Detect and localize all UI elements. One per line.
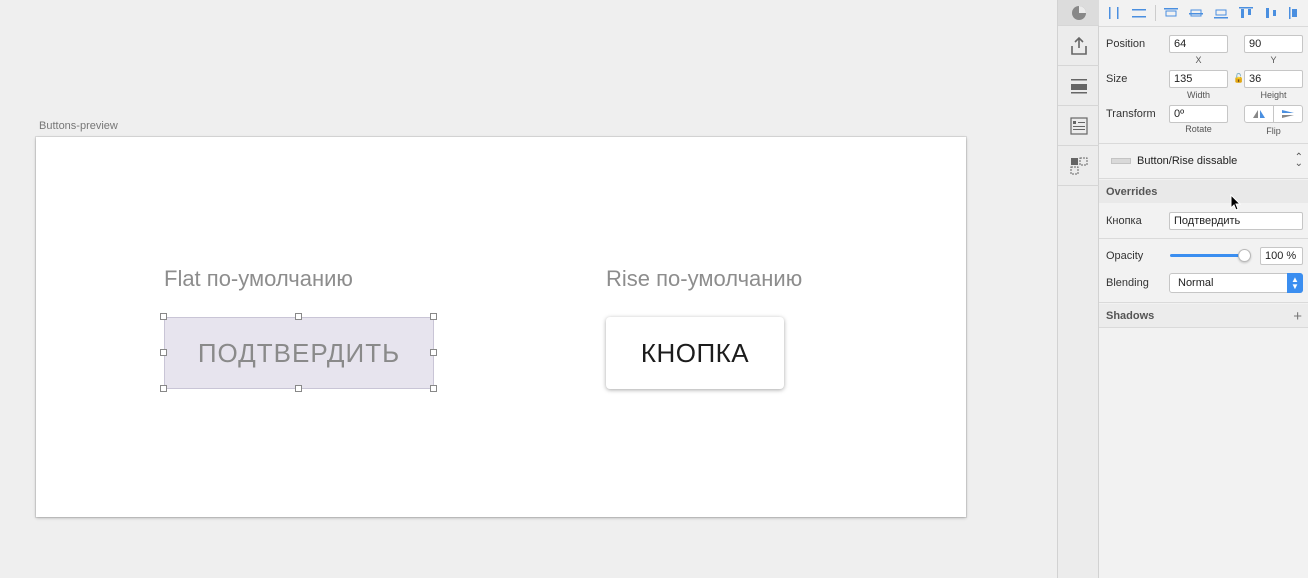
flat-default-label: Flat по-умолчанию xyxy=(164,266,353,291)
position-label: Position xyxy=(1106,38,1146,50)
align-middle-icon[interactable] xyxy=(1261,6,1281,20)
size-label: Size xyxy=(1106,73,1128,85)
components-icon[interactable] xyxy=(1058,146,1099,186)
flip-sublabel: Flip xyxy=(1266,126,1281,136)
symbol-thumbnail xyxy=(1111,157,1131,164)
position-x-field[interactable]: 64 xyxy=(1169,35,1228,53)
list-icon[interactable] xyxy=(1058,106,1099,146)
resize-handle-left[interactable] xyxy=(160,349,167,356)
position-x-sublabel: X xyxy=(1195,55,1202,65)
align-center-icon[interactable] xyxy=(1186,6,1206,20)
size-width-field[interactable]: 135 xyxy=(1169,70,1228,88)
distribute-horizontal-icon[interactable] xyxy=(1104,6,1124,20)
resize-handle-right[interactable] xyxy=(430,349,437,356)
width-sublabel: Width xyxy=(1186,90,1210,100)
artboard-title[interactable]: Buttons-preview xyxy=(39,120,118,132)
blending-select[interactable]: Normal ▲ ▼ xyxy=(1169,273,1303,293)
layer-list-icon[interactable] xyxy=(1058,66,1099,106)
blending-value: Normal xyxy=(1178,277,1214,289)
distribute-vertical-icon[interactable] xyxy=(1129,6,1149,20)
opacity-field[interactable]: 100 % xyxy=(1260,247,1303,265)
flat-button-selected[interactable]: ПОДТВЕРДИТЬ xyxy=(164,317,434,389)
rotate-field[interactable]: 0º xyxy=(1169,105,1228,123)
symbol-selector[interactable]: Button/Rise dissable ⌃ ⌄ xyxy=(1099,143,1308,178)
rise-button-label: КНОПКА xyxy=(640,337,750,368)
flip-control xyxy=(1244,105,1303,123)
flat-button-label: ПОДТВЕРДИТЬ xyxy=(197,337,401,368)
pie-chart-icon[interactable] xyxy=(1058,0,1099,26)
align-right-icon[interactable] xyxy=(1211,6,1231,20)
resize-handle-bottom-left[interactable] xyxy=(160,385,167,392)
symbol-name: Button/Rise dissable xyxy=(1137,154,1238,167)
align-bottom-icon[interactable] xyxy=(1286,6,1306,20)
inspector-panel: Position 64 90 X Y Size 135 🔓 36 Width H… xyxy=(1099,0,1308,578)
blending-label: Blending xyxy=(1106,277,1149,289)
alignment-toolbar xyxy=(1099,0,1308,27)
position-y-field[interactable]: 90 xyxy=(1244,35,1303,53)
rise-default-label: Rise по-умолчанию xyxy=(606,266,803,291)
flip-horizontal-icon[interactable] xyxy=(1245,106,1273,122)
opacity-label: Opacity xyxy=(1106,250,1144,262)
opacity-slider-knob[interactable] xyxy=(1238,249,1251,262)
rotate-sublabel: Rotate xyxy=(1185,124,1212,134)
rise-button[interactable]: КНОПКА xyxy=(606,317,784,389)
align-left-icon[interactable] xyxy=(1161,6,1181,20)
align-top-icon[interactable] xyxy=(1236,6,1256,20)
opacity-slider-track[interactable] xyxy=(1170,254,1246,257)
resize-handle-top-left[interactable] xyxy=(160,313,167,320)
resize-handle-top-right[interactable] xyxy=(430,313,437,320)
size-height-field[interactable]: 36 xyxy=(1244,70,1303,88)
resize-handle-bottom-right[interactable] xyxy=(430,385,437,392)
mouse-cursor-icon xyxy=(1230,193,1242,217)
height-sublabel: Height xyxy=(1260,90,1287,100)
flip-vertical-icon[interactable] xyxy=(1273,106,1302,122)
overrides-header: Overrides xyxy=(1099,180,1308,203)
select-chevron-icon[interactable]: ▲ ▼ xyxy=(1287,273,1303,293)
override-field-label: Кнопка xyxy=(1106,215,1142,227)
artboard[interactable]: Flat по-умолчанию Rise по-умолчанию ПОДТ… xyxy=(36,137,966,517)
updown-chevron-icon[interactable]: ⌃ ⌄ xyxy=(1295,152,1303,168)
export-icon[interactable] xyxy=(1058,26,1099,66)
shadows-header: Shadows xyxy=(1099,304,1308,327)
resize-handle-bottom[interactable] xyxy=(295,385,302,392)
lock-icon[interactable]: 🔓 xyxy=(1233,73,1244,84)
resize-handle-top[interactable] xyxy=(295,313,302,320)
tool-column xyxy=(1057,0,1099,578)
transform-label: Transform xyxy=(1106,108,1156,120)
canvas[interactable]: Buttons-preview Flat по-умолчанию Rise п… xyxy=(0,0,1057,578)
add-shadow-icon[interactable]: + xyxy=(1293,308,1302,325)
position-y-sublabel: Y xyxy=(1270,55,1277,65)
